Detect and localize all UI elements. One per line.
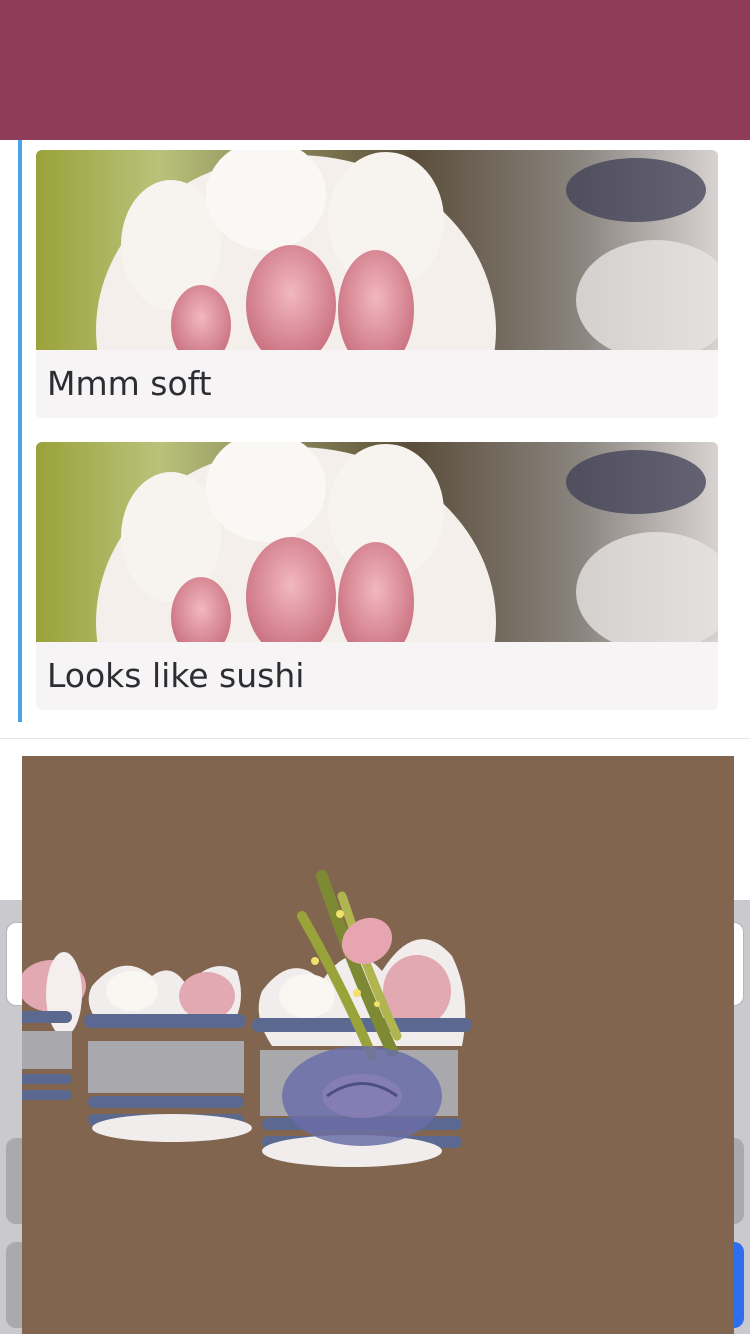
thread-indicator-bar [18, 140, 22, 722]
app-header [0, 0, 750, 140]
message-card-1[interactable]: Mmm soft [36, 150, 718, 418]
cat-paw-photo-icon [36, 150, 718, 350]
sticker-preview[interactable] [0, 756, 734, 1334]
message-caption: Looks like sushi [36, 642, 718, 710]
message-caption: Mmm soft [36, 350, 718, 418]
cat-paw-photo-icon [36, 442, 718, 642]
message-card-2[interactable]: Looks like sushi [36, 442, 718, 710]
sushi-cat-paws-sticker-icon [0, 870, 472, 1167]
divider [0, 738, 750, 739]
